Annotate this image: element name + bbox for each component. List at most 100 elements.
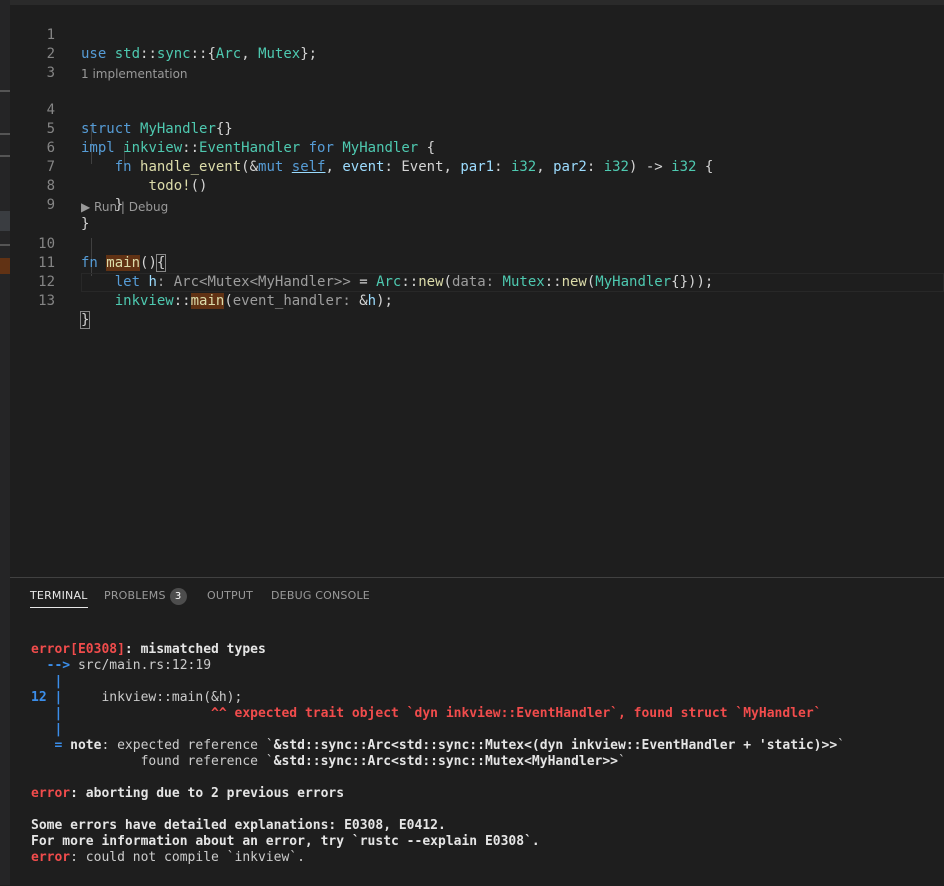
token: h xyxy=(367,293,377,309)
tab-debug-console[interactable]: DEBUG CONSOLE xyxy=(271,587,370,617)
codelens-debug[interactable]: Debug xyxy=(129,200,168,214)
code-line-13[interactable]: 13 } xyxy=(10,273,91,329)
token: let xyxy=(114,274,141,290)
code-line-11[interactable]: 11 let h: Arc<Mutex<MyHandler>> = Arc::n… xyxy=(10,235,713,290)
abort-label: error xyxy=(31,786,71,801)
token: main xyxy=(190,293,225,309)
token: handle_event xyxy=(140,159,242,175)
activity-strip xyxy=(0,0,10,885)
tab-label: DEBUG CONSOLE xyxy=(271,589,370,602)
abort-message: : aborting due to 2 previous errors xyxy=(70,786,345,801)
tab-output[interactable]: OUTPUT xyxy=(207,587,253,617)
token: self xyxy=(291,159,326,175)
explain-line-1: Some errors have detailed explanations: … xyxy=(31,818,446,833)
token: MyHandler xyxy=(595,274,672,290)
inlay-hint: data: xyxy=(451,274,495,290)
note-label: note xyxy=(62,738,102,753)
code-line-3[interactable]: 3 xyxy=(10,45,55,81)
token: for xyxy=(308,140,334,156)
token: new xyxy=(561,274,587,290)
code-text[interactable]: impl inkview::EventHandler for MyHandler… xyxy=(81,139,435,158)
code-line-12[interactable]: 12 inkview::main(event_handler: &h); xyxy=(10,254,393,309)
strip-marker-active xyxy=(0,211,10,231)
code-text[interactable]: fn main(){ xyxy=(81,254,167,273)
final-error-message: : could not compile `inkview`. xyxy=(70,850,305,865)
token: inkview xyxy=(123,140,183,156)
token: par1 xyxy=(460,159,495,175)
code-line-2[interactable]: 2 xyxy=(10,26,55,62)
terminal-output[interactable]: error[E0308]: mismatched types --> src/m… xyxy=(31,642,845,866)
matched-bracket: { xyxy=(155,254,167,272)
code-text[interactable]: todo!() xyxy=(81,177,207,196)
code-text[interactable]: struct MyHandler{} xyxy=(81,120,233,139)
inlay-hint: event_handler: xyxy=(232,293,351,309)
note-tick: ` xyxy=(618,754,626,769)
code-text[interactable]: } xyxy=(81,215,89,234)
token: fn xyxy=(81,255,98,271)
code-text[interactable]: let h: Arc<Mutex<MyHandler>> = Arc::new(… xyxy=(81,273,714,292)
tab-terminal[interactable]: TERMINAL xyxy=(30,587,88,608)
token: inkview xyxy=(114,293,174,309)
codelens-run-debug: ▶ Run | Debug xyxy=(81,199,168,215)
token: sync xyxy=(156,46,191,62)
note-expected-type: &std::sync::Arc<std::sync::Mutex<(dyn in… xyxy=(273,738,838,753)
token: i32 xyxy=(603,159,629,175)
token: Mutex xyxy=(258,46,301,62)
token: Arc xyxy=(376,274,402,290)
source-snippet: inkview::main(&h); xyxy=(62,690,243,705)
note-expected: : expected reference ` xyxy=(101,738,274,753)
line-number: 13 xyxy=(38,293,55,309)
bottom-panel: TERMINAL PROBLEMS 3 OUTPUT DEBUG CONSOLE … xyxy=(10,577,944,886)
code-line-4[interactable]: 4 struct MyHandler{} xyxy=(10,82,233,137)
token: fn xyxy=(114,159,132,175)
token: main xyxy=(106,255,141,271)
code-editor[interactable]: 1 use std::sync::{Arc, Mutex}; 2 3 1 imp… xyxy=(10,5,944,575)
token: i32 xyxy=(510,159,537,175)
codelens-implementations[interactable]: 1 implementation xyxy=(81,66,188,82)
source-line-number: 12 | xyxy=(31,690,63,705)
token: par2 xyxy=(553,159,587,175)
token: new xyxy=(418,274,444,290)
code-line-8[interactable]: 8 } xyxy=(10,158,124,213)
token: MyHandler xyxy=(342,140,419,156)
error-message: : mismatched types xyxy=(124,642,266,657)
code-text[interactable]: fn handle_event(&mut self, event: Event,… xyxy=(81,158,714,177)
note-tick: ` xyxy=(837,738,845,753)
token: struct xyxy=(81,121,132,137)
codelens-separator: | xyxy=(120,200,125,214)
token: EventHandler xyxy=(199,140,301,156)
token: Event xyxy=(401,159,444,175)
code-text[interactable]: } xyxy=(79,311,91,330)
code-line-6[interactable]: 6 fn handle_event(&mut self, event: Even… xyxy=(10,120,714,175)
code-line-1[interactable]: 1 use std::sync::{Arc, Mutex}; xyxy=(10,7,318,62)
token: Mutex xyxy=(502,274,545,290)
inlay-hint: : xyxy=(156,274,174,290)
token: h xyxy=(148,274,157,290)
code-line-9[interactable]: 9 } xyxy=(10,177,90,232)
token: std xyxy=(114,46,141,62)
matched-bracket: } xyxy=(79,311,91,329)
code-line-7[interactable]: 7 todo!() xyxy=(10,139,208,194)
tab-label: OUTPUT xyxy=(207,589,254,602)
note-equals: = xyxy=(31,738,63,753)
tab-label: PROBLEMS xyxy=(104,589,166,602)
gutter-pipe: | xyxy=(31,674,63,689)
note-found: found reference ` xyxy=(31,754,274,769)
tab-problems[interactable]: PROBLEMS 3 xyxy=(104,587,187,617)
codelens-run[interactable]: ▶ Run xyxy=(81,200,117,214)
token: mut xyxy=(258,159,284,175)
error-caret-annotation: ^^ expected trait object `dyn inkview::E… xyxy=(62,706,822,721)
line-number: 3 xyxy=(46,65,55,81)
code-line-5[interactable]: 5 impl inkview::EventHandler for MyHandl… xyxy=(10,101,436,156)
line-number: 9 xyxy=(46,197,55,213)
problems-count-badge: 3 xyxy=(169,587,187,605)
strip-marker xyxy=(0,133,10,135)
strip-marker xyxy=(0,244,10,246)
code-line-10[interactable]: 10 fn main(){ xyxy=(10,216,167,272)
token: Arc xyxy=(215,46,242,62)
token: event xyxy=(342,159,385,175)
strip-marker-highlight xyxy=(0,258,10,274)
code-text[interactable]: inkview::main(event_handler: &h); xyxy=(81,292,393,311)
note-found-type: &std::sync::Arc<std::sync::Mutex<MyHandl… xyxy=(273,754,619,769)
code-text[interactable]: use std::sync::{Arc, Mutex}; xyxy=(81,45,317,64)
